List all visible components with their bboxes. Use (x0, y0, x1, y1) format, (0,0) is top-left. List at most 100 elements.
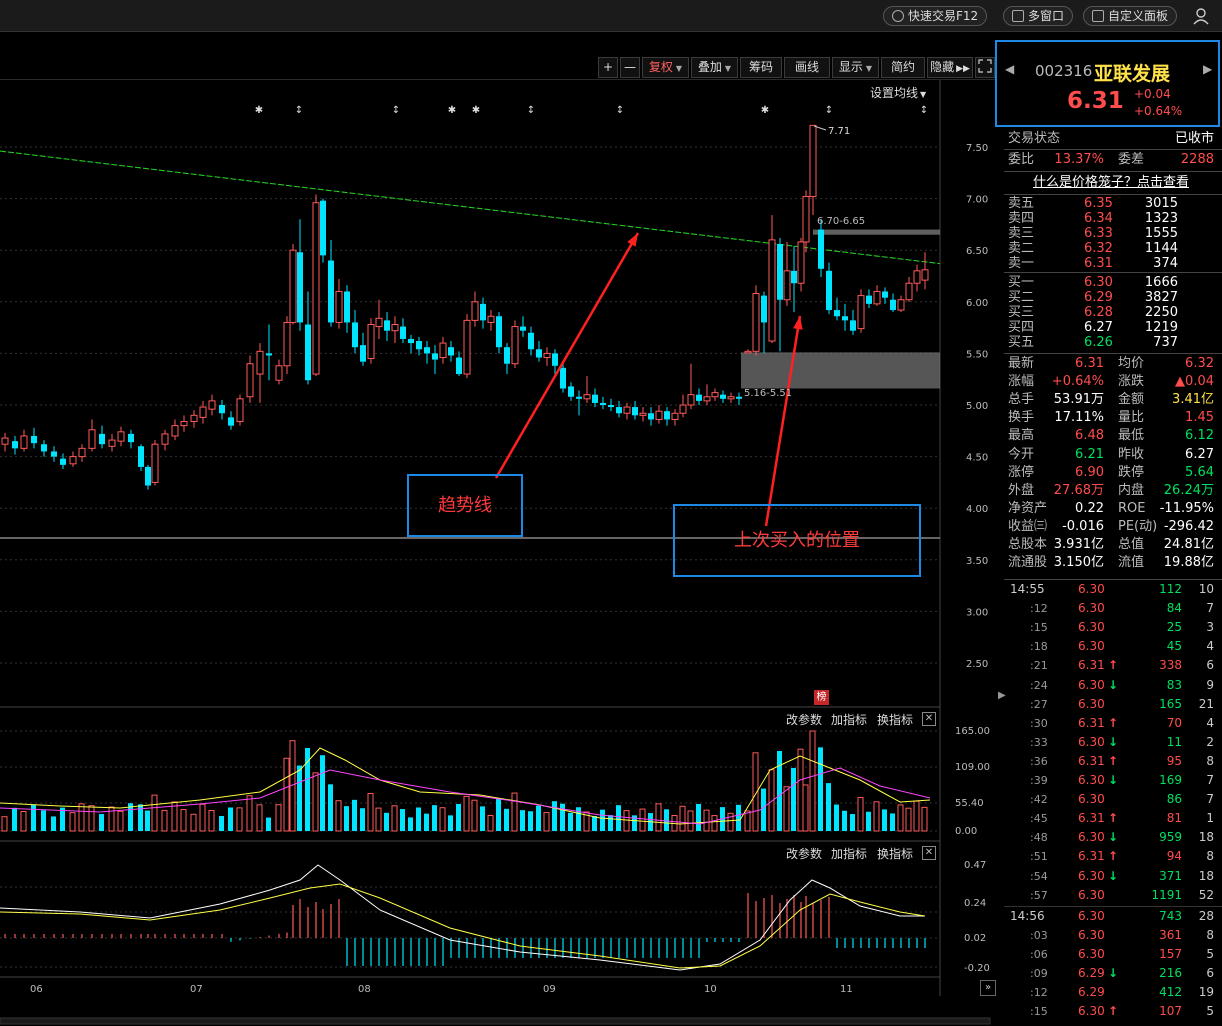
ask-row[interactable]: 卖四 6.34 1323 (1004, 211, 1218, 226)
tick-count: 2 (1206, 734, 1214, 749)
volume-bar (1, 816, 8, 832)
ask-row[interactable]: 卖二 6.32 1144 (1004, 241, 1218, 256)
multi-window-button[interactable]: 多窗口 (1003, 6, 1074, 26)
close-icon[interactable]: ✕ (922, 712, 936, 726)
tick-row[interactable]: :12 6.29 412 19 (1004, 983, 1218, 1002)
volume-bar (328, 784, 333, 831)
candle-body (432, 353, 438, 360)
vol-switch-indicator-button[interactable]: 换指标 (877, 711, 913, 728)
simple-button[interactable]: 简约 (881, 57, 925, 78)
volume-bar (857, 797, 864, 832)
expand-icon[interactable] (975, 57, 995, 78)
ask-row[interactable]: 卖五 6.35 3015 (1004, 196, 1218, 211)
tick-row[interactable]: :30 6.31 ↑ 70 4 (1004, 714, 1218, 733)
tick-row[interactable]: :12 6.30 84 7 (1004, 599, 1218, 618)
ma-settings-button[interactable]: 设置均线 ▼ (870, 84, 926, 101)
scroll-right-icon[interactable]: » (980, 980, 996, 996)
candle-body (117, 431, 125, 442)
volume-bar (487, 814, 494, 832)
price-tick-label: 2.50 (966, 659, 988, 670)
volume-bar (882, 809, 887, 831)
tick-row[interactable]: :36 6.31 ↑ 95 8 (1004, 752, 1218, 771)
display-dropdown[interactable]: 显示 ▼ (832, 57, 879, 78)
vol-change-param-button[interactable]: 改参数 (786, 711, 822, 728)
tick-row[interactable]: :15 6.30 25 3 (1004, 618, 1218, 637)
quick-trade-button[interactable]: 快速交易F12 (883, 6, 988, 26)
custom-panel-button[interactable]: 自定义面板 (1083, 6, 1178, 26)
tick-row[interactable]: 14:56 6.30 743 28 (1004, 907, 1218, 926)
tick-count: 1 (1206, 811, 1214, 826)
user-icon[interactable] (1192, 7, 1210, 25)
candle-body (335, 290, 343, 323)
chips-button[interactable]: 筹码 (740, 57, 782, 78)
tick-row[interactable]: :24 6.30 ↓ 83 9 (1004, 676, 1218, 695)
arrow-up-icon: ↑ (1108, 811, 1119, 826)
close-icon[interactable]: ✕ (922, 846, 936, 860)
candle-body (328, 260, 334, 323)
overlay-dropdown[interactable]: 叠加 ▼ (691, 57, 738, 78)
tick-row[interactable]: :09 6.29 ↓ 216 6 (1004, 964, 1218, 983)
hide-button[interactable]: 隐藏 ▶▶ (927, 57, 973, 78)
ask-row[interactable]: 卖一 6.31 374 (1004, 256, 1218, 271)
tick-row[interactable]: :03 6.30 361 8 (1004, 926, 1218, 945)
tick-row[interactable]: :21 6.31 ↑ 338 6 (1004, 656, 1218, 675)
next-stock-icon[interactable]: ▶ (1203, 62, 1212, 76)
prev-stock-icon[interactable]: ◀ (1005, 62, 1014, 76)
bid-row[interactable]: 买五 6.26 737 (1004, 335, 1218, 350)
vol-add-indicator-button[interactable]: 加指标 (831, 711, 867, 728)
stats-row: 涨幅 +0.64% 涨跌 ▲0.04 (1004, 373, 1218, 391)
volume-bar (145, 810, 150, 831)
zoom-out-button[interactable]: — (620, 57, 640, 78)
tick-time: :57 (1030, 888, 1048, 902)
tick-row[interactable]: :18 6.30 45 4 (1004, 637, 1218, 656)
bid-volume: 1219 (1144, 320, 1178, 335)
stock-name: 亚联发展 (1094, 63, 1171, 85)
bid-row[interactable]: 买一 6.30 1666 (1004, 275, 1218, 290)
tick-row[interactable]: 14:55 6.30 112 10 (1004, 580, 1218, 599)
stat-value: 1.45 (1185, 410, 1214, 426)
arrow-down-icon: ↓ (1108, 773, 1119, 787)
candle-body (913, 270, 921, 284)
tick-row[interactable]: :06 6.30 157 5 (1004, 945, 1218, 964)
volume-bar (352, 799, 357, 831)
draw-line-button[interactable]: 画线 (784, 57, 830, 78)
zoom-in-button[interactable]: + (598, 57, 618, 78)
ask-volume: 1323 (1144, 211, 1178, 226)
last-buy-annotation: 上次买入的位置 (673, 504, 921, 577)
volume-bar (246, 795, 253, 832)
tick-row[interactable]: :57 6.30 1191 52 (1004, 886, 1218, 905)
bid-label: 买四 (1008, 320, 1035, 335)
volume-bar (913, 800, 920, 832)
ask-row[interactable]: 卖三 6.33 1555 (1004, 226, 1218, 241)
tick-row[interactable]: :39 6.30 ↓ 169 7 (1004, 771, 1218, 790)
volume-bar (360, 808, 365, 831)
volume-bar (560, 803, 565, 831)
candle-body (897, 299, 905, 311)
macd-add-indicator-button[interactable]: 加指标 (831, 845, 867, 862)
candle-body (151, 443, 159, 483)
volume-bar (375, 807, 382, 832)
title-bar: 快速交易F12 多窗口 自定义面板 (0, 0, 1222, 32)
tick-row[interactable]: :33 6.30 ↓ 11 2 (1004, 733, 1218, 752)
bid-row[interactable]: 买四 6.27 1219 (1004, 320, 1218, 335)
bid-row[interactable]: 买二 6.29 3827 (1004, 290, 1218, 305)
fuquan-dropdown[interactable]: 复权 ▼ (642, 57, 689, 78)
volume-series (1, 730, 928, 832)
tick-row[interactable]: :42 6.30 86 7 (1004, 790, 1218, 809)
tick-row[interactable]: :27 6.30 165 21 (1004, 695, 1218, 714)
stat-value: 26.24万 (1163, 482, 1214, 498)
tick-row[interactable]: :51 6.31 ↑ 94 8 (1004, 847, 1218, 866)
tick-row[interactable]: :54 6.30 ↓ 371 18 (1004, 867, 1218, 886)
bid-row[interactable]: 买三 6.28 2250 (1004, 305, 1218, 320)
rank-badge[interactable]: 榜 (814, 690, 829, 705)
tick-row[interactable]: :45 6.31 ↑ 81 1 (1004, 809, 1218, 828)
price-change: +0.04 (1134, 87, 1171, 101)
candle-body (312, 202, 320, 375)
tick-row[interactable]: :48 6.30 ↓ 959 18 (1004, 828, 1218, 847)
tick-row[interactable]: :15 6.30 ↑ 107 5 (1004, 1002, 1218, 1021)
macd-change-param-button[interactable]: 改参数 (786, 845, 822, 862)
macd-switch-indicator-button[interactable]: 换指标 (877, 845, 913, 862)
volume-bar (873, 801, 880, 832)
price-cage-link[interactable]: 什么是价格笼子？点击查看 (1004, 174, 1218, 192)
candle-body (797, 241, 805, 284)
